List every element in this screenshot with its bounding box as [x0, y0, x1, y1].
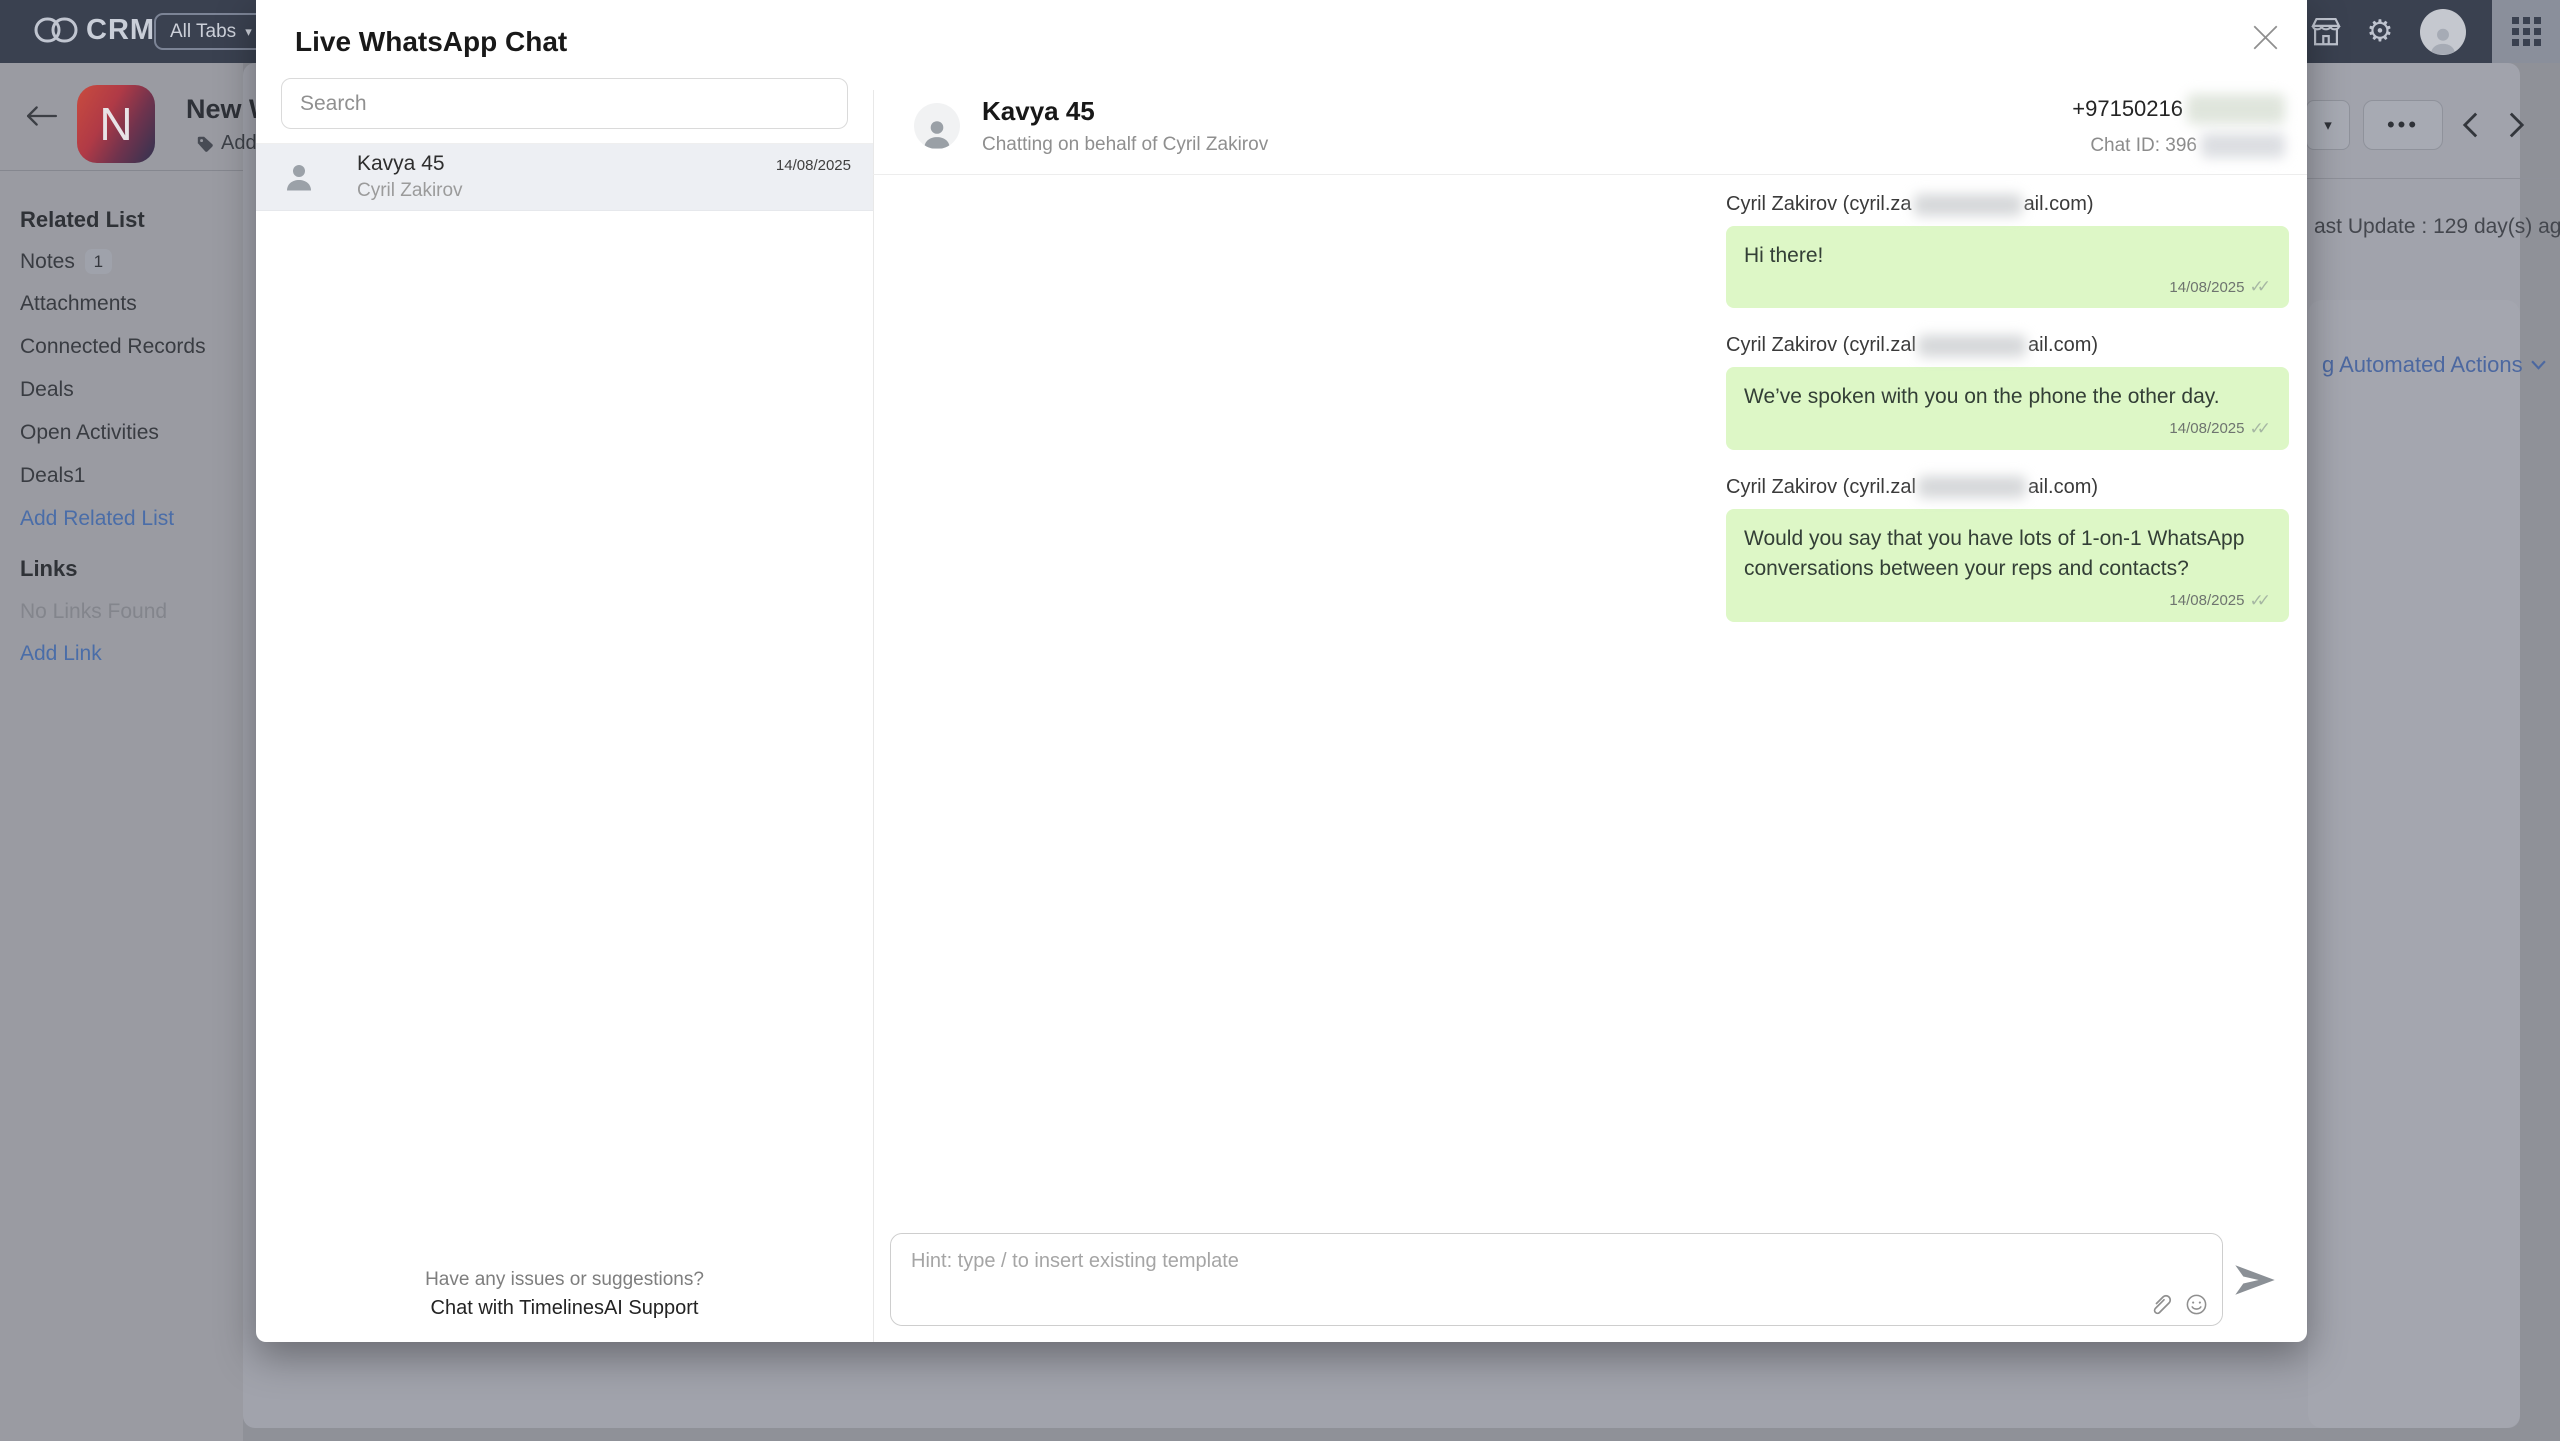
sidebar-item-attachments[interactable]: Attachments [20, 292, 137, 316]
attach-paperclip-icon[interactable] [2148, 1292, 2172, 1316]
sidebar-item-deals[interactable]: Deals [20, 378, 74, 402]
previous-record-chevron-icon[interactable] [2462, 110, 2479, 140]
message-bubble: We’ve spoken with you on the phone the o… [1726, 367, 2289, 449]
delivered-double-check-icon: ✓✓ [2250, 277, 2272, 297]
chat-item-subtitle: Cyril Zakirov [357, 180, 463, 202]
all-tabs-label: All Tabs [170, 21, 236, 43]
message-group: Cyril Zakirov (cyril.zal ail.com) Would … [1726, 476, 2289, 622]
message-bubble: Would you say that you have lots of 1-on… [1726, 509, 2289, 622]
message-sender: Cyril Zakirov (cyril.za ail.com) [1726, 193, 2289, 216]
add-related-list-link[interactable]: Add Related List [20, 507, 174, 531]
message-group: Cyril Zakirov (cyril.za ail.com) Hi ther… [1726, 193, 2289, 308]
chat-avatar-icon [914, 103, 960, 149]
chat-id-text: Chat ID: 396 [2072, 133, 2285, 158]
chevron-down-icon [2531, 360, 2546, 370]
conversation-pane: Kavya 45 Chatting on behalf of Cyril Zak… [873, 0, 2307, 1342]
redacted-phone-blur [2187, 94, 2285, 124]
support-block: Have any issues or suggestions? Chat wit… [256, 1269, 873, 1320]
send-button[interactable] [2223, 1264, 2287, 1296]
crm-logo-icon[interactable] [34, 15, 78, 45]
no-links-found-text: No Links Found [20, 600, 167, 624]
modal-title: Live WhatsApp Chat [256, 0, 873, 58]
redacted-email-blur [1918, 335, 2026, 357]
message-input[interactable] [891, 1234, 2222, 1325]
chat-list-item[interactable]: Kavya 45 Cyril Zakirov 14/08/2025 [256, 144, 873, 211]
redacted-email-blur [1918, 476, 2026, 498]
caret-down-icon: ▾ [245, 24, 252, 40]
automated-actions-link[interactable]: g Automated Actions [2322, 352, 2546, 378]
related-list-header: Related List [20, 207, 145, 233]
support-question: Have any issues or suggestions? [256, 1269, 873, 1291]
message-date: 14/08/2025 [2169, 420, 2244, 437]
sidebar-item-connected-records[interactable]: Connected Records [20, 335, 206, 359]
settings-gear-icon[interactable]: ⚙ [2362, 0, 2398, 63]
search-row [256, 78, 873, 144]
record-dropdown-button[interactable]: ▾ [2306, 100, 2350, 150]
app-launcher-grid-icon[interactable] [2492, 0, 2560, 63]
redacted-chat-id-blur [2201, 133, 2285, 158]
messages-area: Cyril Zakirov (cyril.za ail.com) Hi ther… [873, 175, 2307, 1217]
message-input-box [890, 1233, 2223, 1326]
message-group: Cyril Zakirov (cyril.zal ail.com) We’ve … [1726, 334, 2289, 449]
chat-contact-name: Kavya 45 [982, 96, 1268, 127]
message-bubble: Hi there! 14/08/2025 ✓✓ [1726, 226, 2289, 308]
message-sender: Cyril Zakirov (cyril.zal ail.com) [1726, 476, 2289, 499]
live-whatsapp-chat-modal: Live WhatsApp Chat Kavya 45 Cyril Zakiro… [256, 0, 2307, 1342]
record-avatar-letter: N [99, 97, 132, 151]
chat-phone-number: +97150216 [2072, 94, 2285, 124]
links-header: Links [20, 556, 77, 582]
close-icon[interactable] [2250, 22, 2280, 52]
sidebar-item-deals1[interactable]: Deals1 [20, 464, 85, 488]
message-date: 14/08/2025 [2169, 592, 2244, 609]
notes-count-badge: 1 [85, 249, 112, 274]
app-title: CRM [86, 14, 155, 47]
divider [2307, 178, 2560, 179]
chat-on-behalf-text: Chatting on behalf of Cyril Zakirov [982, 134, 1268, 156]
last-update-text: ast Update : 129 day(s) ago [2314, 215, 2560, 239]
background-panel [2308, 300, 2520, 1428]
record-avatar: N [77, 85, 155, 163]
send-plane-icon [2234, 1264, 2276, 1296]
support-chat-link[interactable]: Chat with TimelinesAI Support [256, 1297, 873, 1320]
add-link-link[interactable]: Add Link [20, 642, 102, 666]
marketplace-icon[interactable] [2306, 0, 2346, 63]
message-sender: Cyril Zakirov (cyril.zal ail.com) [1726, 334, 2289, 357]
more-actions-button[interactable]: ••• [2363, 100, 2443, 150]
message-date: 14/08/2025 [2169, 279, 2244, 296]
emoji-smiley-icon[interactable] [2185, 1293, 2208, 1316]
back-arrow-icon[interactable] [26, 104, 58, 128]
chat-list-pane: Live WhatsApp Chat Kavya 45 Cyril Zakiro… [256, 0, 873, 1342]
contact-avatar-icon [281, 159, 317, 195]
chat-item-name: Kavya 45 [357, 152, 463, 176]
delivered-double-check-icon: ✓✓ [2250, 419, 2272, 439]
caret-down-icon: ▾ [2324, 116, 2332, 134]
next-record-chevron-icon[interactable] [2508, 110, 2525, 140]
search-input[interactable] [281, 78, 848, 129]
message-text: Would you say that you have lots of 1-on… [1744, 524, 2271, 585]
sidebar-item-open-activities[interactable]: Open Activities [20, 421, 159, 445]
chat-item-date: 14/08/2025 [776, 157, 851, 174]
message-composer [890, 1233, 2287, 1326]
sidebar-item-notes[interactable]: Notes 1 [20, 249, 112, 274]
divider [0, 170, 243, 171]
tag-icon [196, 135, 214, 153]
delivered-double-check-icon: ✓✓ [2250, 591, 2272, 611]
chat-header: Kavya 45 Chatting on behalf of Cyril Zak… [873, 88, 2307, 175]
message-text: Hi there! [1744, 241, 2271, 271]
redacted-email-blur [1914, 194, 2022, 216]
message-text: We’ve spoken with you on the phone the o… [1744, 382, 2271, 412]
user-avatar[interactable] [2420, 0, 2466, 63]
screen: CRM All Tabs ▾ ⚙ [0, 0, 2560, 1441]
all-tabs-button[interactable]: All Tabs ▾ [154, 13, 268, 50]
